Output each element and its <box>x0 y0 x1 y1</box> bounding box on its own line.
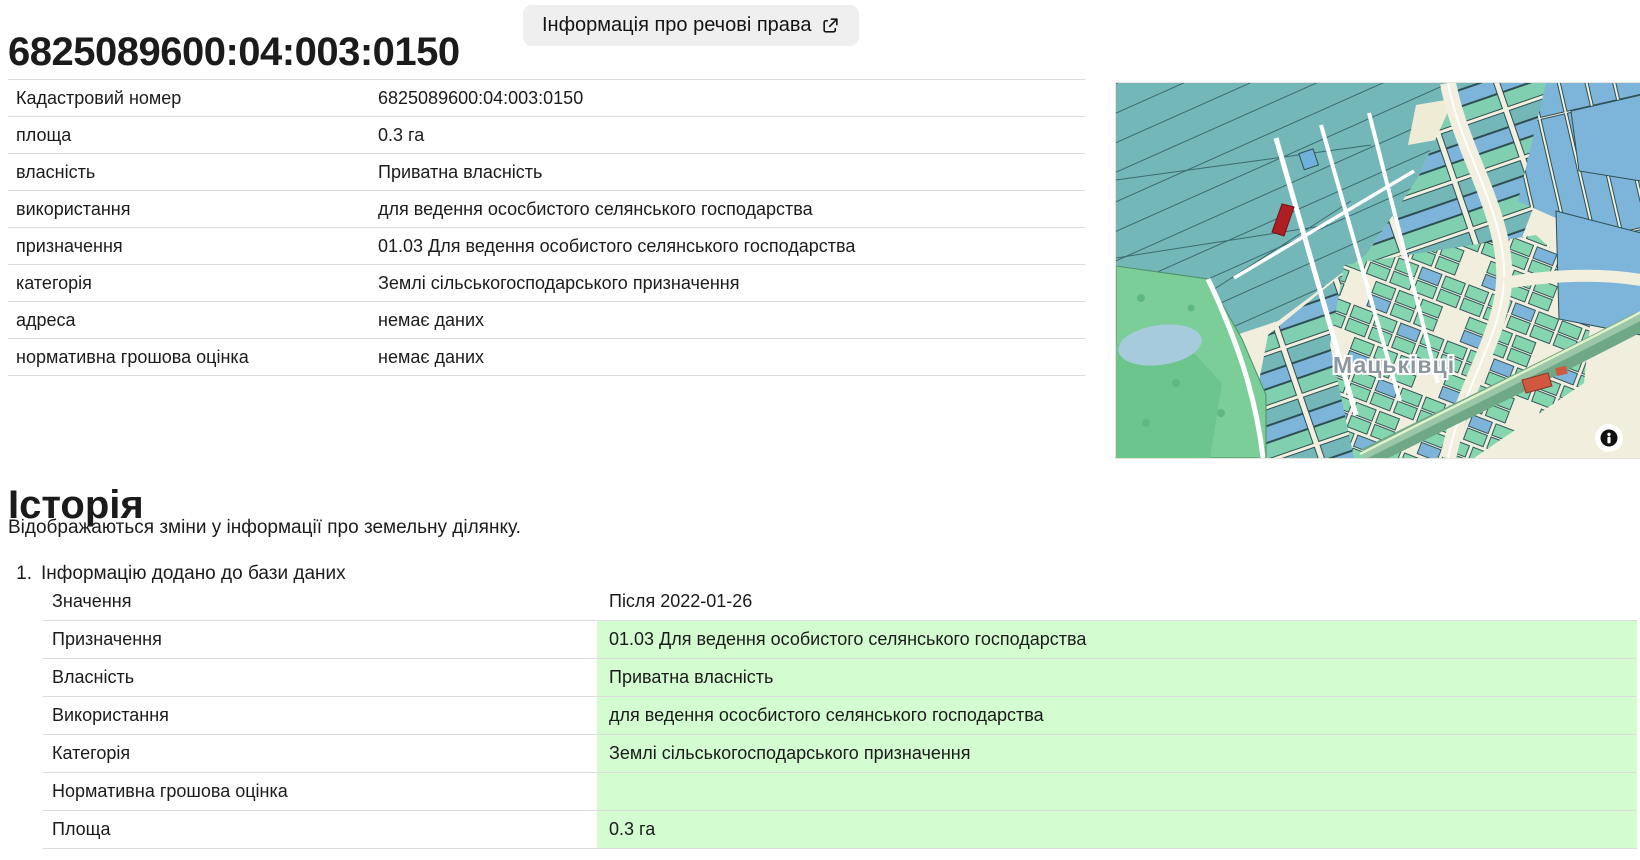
history-table: Значення Після 2022-01-26 Призначення 01.03… <box>43 583 1637 849</box>
table-row: Кадастровий номер 6825089600:04:003:0150 <box>8 80 1085 117</box>
table-row: використання для ведення ососбистого селя… <box>8 191 1085 228</box>
property-rights-button-label: Інформація про речові права <box>542 14 812 36</box>
cadastral-map[interactable]: Мацьківці <box>1115 82 1640 459</box>
history-entry-label: Інформацію додано до бази даних <box>41 563 346 584</box>
table-row: Значення Після 2022-01-26 <box>43 583 1637 621</box>
cadastral-parcel-page: 6825089600:04:003:0150 Інформація про ре… <box>0 0 1640 860</box>
table-row: адреса немає даних <box>8 302 1085 339</box>
row-value: Приватна власність <box>378 161 543 182</box>
row-value: 01.03 Для ведення особистого селянського… <box>597 621 1637 658</box>
row-label: Кадастровий номер <box>16 87 182 108</box>
row-label: нормативна грошова оцінка <box>16 346 249 367</box>
row-value <box>597 773 1637 810</box>
row-label: Використання <box>52 705 169 725</box>
history-entry-title: 1. Інформацію додано до бази даних <box>8 563 346 585</box>
row-value: Землі сільськогосподарського призначення <box>597 735 1637 772</box>
row-label: власність <box>16 161 96 182</box>
row-value: немає даних <box>378 346 485 367</box>
row-value: 01.03 Для ведення особистого селянського… <box>378 235 856 256</box>
row-label: категорія <box>16 272 92 293</box>
row-value: немає даних <box>378 309 485 330</box>
property-rights-button[interactable]: Інформація про речові права <box>523 5 860 46</box>
table-row: площа 0.3 га <box>8 117 1085 154</box>
row-label: призначення <box>16 235 123 256</box>
row-value: 6825089600:04:003:0150 <box>378 87 584 108</box>
table-row: Використання для ведення ососбистого селя… <box>43 697 1637 735</box>
history-entry-number: 1. <box>16 563 32 584</box>
table-row: Категорія Землі сільськогосподарського пр… <box>43 735 1637 773</box>
map-place-label: Мацьківці <box>1333 352 1455 378</box>
row-value: Приватна власність <box>597 659 1637 696</box>
row-label: Призначення <box>52 629 162 649</box>
row-value: для ведення ососбистого селянського госп… <box>378 198 813 219</box>
row-label: Власність <box>52 667 135 687</box>
table-row: Площа 0.3 га <box>43 811 1637 849</box>
row-label: адреса <box>16 309 76 330</box>
table-row: категорія Землі сільськогосподарського пр… <box>8 265 1085 302</box>
row-label: площа <box>16 124 72 145</box>
table-row: Призначення 01.03 Для ведення особистого … <box>43 621 1637 659</box>
table-row: Власність Приватна власність <box>43 659 1637 697</box>
row-label: Категорія <box>52 743 131 763</box>
row-value: для ведення ососбистого селянського госп… <box>597 697 1637 734</box>
row-value: Після 2022-01-26 <box>609 591 753 611</box>
history-description: Відображаються зміни у інформації про зе… <box>8 517 521 538</box>
row-label: Площа <box>52 819 111 839</box>
row-label: використання <box>16 198 131 219</box>
row-value: 0.3 га <box>597 811 1637 848</box>
row-value: 0.3 га <box>378 124 425 145</box>
parcel-info-table: Кадастровий номер 6825089600:04:003:0150 п… <box>8 79 1085 376</box>
map-info-button[interactable] <box>1595 424 1623 452</box>
table-row: власність Приватна власність <box>8 154 1085 191</box>
info-icon <box>1600 429 1618 447</box>
row-label: Значення <box>52 591 132 611</box>
row-label: Нормативна грошова оцінка <box>52 781 288 801</box>
external-link-icon <box>821 16 840 35</box>
table-row: призначення 01.03 Для ведення особистого … <box>8 228 1085 265</box>
table-row: Нормативна грошова оцінка <box>43 773 1637 811</box>
page-title: 6825089600:04:003:0150 <box>8 29 460 74</box>
row-value: Землі сільськогосподарського призначення <box>378 272 740 293</box>
table-row: нормативна грошова оцінка немає даних <box>8 339 1085 376</box>
